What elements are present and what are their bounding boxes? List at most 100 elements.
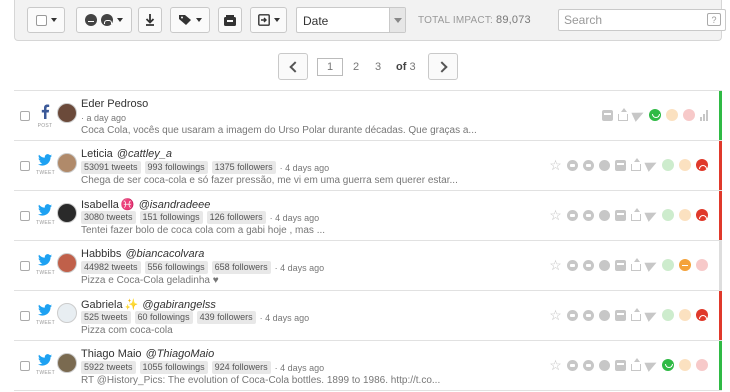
select-all-dropdown[interactable] bbox=[27, 7, 65, 33]
block-icon[interactable] bbox=[567, 359, 578, 371]
neutral-sentiment-icon[interactable] bbox=[679, 259, 691, 271]
favorite-star-icon[interactable]: ☆ bbox=[549, 358, 562, 372]
archive-icon[interactable] bbox=[615, 209, 626, 221]
send-icon[interactable] bbox=[644, 258, 659, 272]
neutral-sentiment-icon[interactable] bbox=[679, 309, 691, 321]
favorite-star-icon[interactable]: ☆ bbox=[549, 208, 562, 222]
avatar[interactable] bbox=[57, 253, 77, 273]
avatar[interactable] bbox=[57, 153, 77, 173]
reply-icon[interactable] bbox=[583, 309, 594, 321]
sort-select[interactable]: Date bbox=[296, 7, 406, 33]
neutral-sentiment-icon[interactable] bbox=[679, 209, 691, 221]
block-icon[interactable] bbox=[567, 159, 578, 171]
mention-row[interactable]: TWEET Habbibs @biancacolvara 44982 tweets… bbox=[14, 241, 722, 291]
tag-dropdown[interactable] bbox=[170, 7, 210, 33]
archive-icon[interactable] bbox=[615, 359, 626, 371]
mention-text[interactable]: Coca Cola, vocês que usaram a imagem do … bbox=[81, 125, 477, 136]
sentiment-dropdown[interactable] bbox=[76, 7, 132, 33]
reply-icon[interactable] bbox=[583, 359, 594, 371]
send-icon[interactable] bbox=[644, 158, 659, 172]
positive-sentiment-icon[interactable] bbox=[662, 359, 674, 371]
author-name[interactable]: Eder Pedroso bbox=[81, 98, 148, 110]
author-name[interactable]: Gabriela bbox=[81, 299, 123, 311]
positive-sentiment-icon[interactable] bbox=[662, 309, 674, 321]
negative-sentiment-icon[interactable] bbox=[696, 359, 708, 371]
author-name[interactable]: Habbibs bbox=[81, 248, 121, 260]
avatar[interactable] bbox=[57, 303, 77, 323]
page-link-3[interactable]: 3 bbox=[375, 61, 381, 73]
mention-row[interactable]: TWEET Gabriela ✨ @gabirangelss 525 tweets 6… bbox=[14, 291, 722, 341]
send-icon[interactable] bbox=[644, 308, 659, 322]
export-dropdown[interactable] bbox=[250, 7, 287, 33]
stats-bars-icon[interactable] bbox=[700, 109, 708, 121]
next-page-button[interactable] bbox=[428, 53, 458, 80]
archive-button[interactable] bbox=[218, 7, 242, 33]
block-icon[interactable] bbox=[567, 259, 578, 271]
mention-text[interactable]: Chega de ser coca-cola e só fazer pressã… bbox=[81, 175, 458, 186]
send-icon[interactable] bbox=[631, 108, 646, 122]
positive-sentiment-icon[interactable] bbox=[662, 259, 674, 271]
block-icon[interactable] bbox=[567, 209, 578, 221]
share-icon[interactable] bbox=[631, 207, 641, 221]
author-name[interactable]: Isabella bbox=[81, 199, 119, 211]
row-checkbox[interactable] bbox=[20, 111, 30, 121]
author-handle[interactable]: @gabirangelss bbox=[142, 299, 216, 311]
mention-row[interactable]: TWEET Leticia @cattley_a 53091 tweets 993 … bbox=[14, 141, 722, 191]
author-handle[interactable]: @isandradeee bbox=[139, 199, 211, 211]
search-input[interactable] bbox=[559, 10, 699, 30]
favorite-star-icon[interactable]: ☆ bbox=[549, 158, 562, 172]
row-checkbox[interactable] bbox=[20, 161, 30, 171]
archive-icon[interactable] bbox=[615, 259, 626, 271]
archive-icon[interactable] bbox=[615, 309, 626, 321]
mention-text[interactable]: RT @History_Pics: The evolution of Coca-… bbox=[81, 375, 440, 386]
negative-sentiment-icon[interactable] bbox=[696, 209, 708, 221]
user-icon[interactable] bbox=[599, 209, 610, 221]
positive-sentiment-icon[interactable] bbox=[662, 209, 674, 221]
author-handle[interactable]: @biancacolvara bbox=[125, 248, 204, 260]
user-icon[interactable] bbox=[599, 309, 610, 321]
user-icon[interactable] bbox=[599, 159, 610, 171]
negative-sentiment-icon[interactable] bbox=[696, 159, 708, 171]
current-page[interactable]: 1 bbox=[317, 58, 343, 76]
archive-icon[interactable] bbox=[602, 109, 613, 121]
reply-icon[interactable] bbox=[583, 259, 594, 271]
user-icon[interactable] bbox=[599, 359, 610, 371]
author-name[interactable]: Thiago Maio bbox=[81, 348, 142, 360]
avatar[interactable] bbox=[57, 353, 77, 373]
negative-sentiment-icon[interactable] bbox=[696, 259, 708, 271]
negative-sentiment-icon[interactable] bbox=[683, 109, 695, 121]
row-checkbox[interactable] bbox=[20, 311, 30, 321]
download-button[interactable] bbox=[138, 7, 162, 33]
row-checkbox[interactable] bbox=[20, 211, 30, 221]
avatar[interactable] bbox=[57, 203, 77, 223]
author-name[interactable]: Leticia bbox=[81, 148, 113, 160]
user-icon[interactable] bbox=[599, 259, 610, 271]
share-icon[interactable] bbox=[631, 157, 641, 171]
mention-row[interactable]: TWEET Isabella ♓ @isandradeee 3080 tweets 1… bbox=[14, 191, 722, 241]
send-icon[interactable] bbox=[644, 208, 659, 222]
page-link-2[interactable]: 2 bbox=[353, 61, 359, 73]
mention-text[interactable]: Pizza e Coca-Cola geladinha ♥ bbox=[81, 275, 219, 286]
mention-text[interactable]: Pizza com coca-cola bbox=[81, 325, 173, 336]
negative-sentiment-icon[interactable] bbox=[696, 309, 708, 321]
share-icon[interactable] bbox=[618, 107, 628, 121]
mention-row[interactable]: TWEET Thiago Maio @ThiagoMaio 5922 tweets… bbox=[14, 341, 722, 391]
row-checkbox[interactable] bbox=[20, 261, 30, 271]
positive-sentiment-icon[interactable] bbox=[649, 109, 661, 121]
neutral-sentiment-icon[interactable] bbox=[679, 359, 691, 371]
reply-icon[interactable] bbox=[583, 209, 594, 221]
mention-text[interactable]: Tentei fazer bolo de coca cola com a gab… bbox=[81, 225, 325, 236]
previous-page-button[interactable] bbox=[278, 53, 308, 80]
block-icon[interactable] bbox=[567, 309, 578, 321]
avatar[interactable] bbox=[57, 103, 77, 123]
row-checkbox[interactable] bbox=[20, 361, 30, 371]
favorite-star-icon[interactable]: ☆ bbox=[549, 308, 562, 322]
neutral-sentiment-icon[interactable] bbox=[666, 109, 678, 121]
neutral-sentiment-icon[interactable] bbox=[679, 159, 691, 171]
positive-sentiment-icon[interactable] bbox=[662, 159, 674, 171]
author-handle[interactable]: @ThiagoMaio bbox=[146, 348, 215, 360]
share-icon[interactable] bbox=[631, 357, 641, 371]
archive-icon[interactable] bbox=[615, 159, 626, 171]
help-icon[interactable]: ? bbox=[707, 13, 721, 26]
reply-icon[interactable] bbox=[583, 159, 594, 171]
